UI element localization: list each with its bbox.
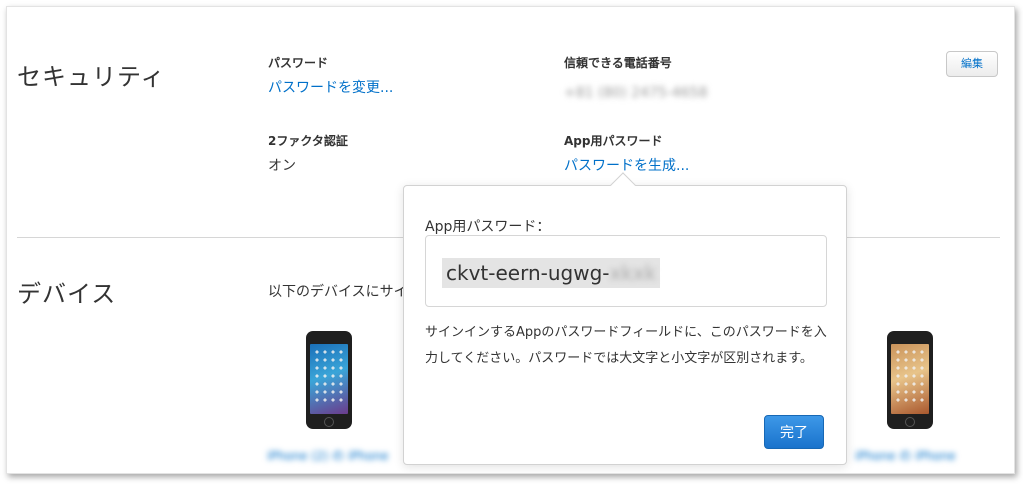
app-password-popover: App用パスワード： ckvt-eern-ugwg-xkxk サインインするAp… bbox=[403, 172, 847, 465]
password-hidden-part: xkxk bbox=[609, 261, 657, 285]
popover-description: サインインするAppのパスワードフィールドに、このパスワードを入力してください。… bbox=[425, 325, 827, 366]
trusted-phone-value: +81 (80) 2475-4658 bbox=[564, 85, 708, 101]
generate-app-password-link[interactable]: パスワードを生成... bbox=[564, 155, 689, 175]
generated-password-field[interactable]: ckvt-eern-ugwg-xkxk bbox=[425, 235, 827, 307]
popover-arrow bbox=[610, 172, 636, 198]
two-factor-label: 2ファクタ認証 bbox=[268, 134, 348, 148]
done-button[interactable]: 完了 bbox=[764, 415, 824, 449]
two-factor-value: オン bbox=[268, 158, 296, 174]
edit-security-button[interactable]: 編集 bbox=[946, 51, 998, 77]
devices-section-title: デバイス bbox=[17, 280, 117, 308]
change-password-link[interactable]: パスワードを変更... bbox=[268, 77, 393, 97]
generated-password-text[interactable]: ckvt-eern-ugwg-xkxk bbox=[442, 258, 661, 288]
iphone-icon[interactable] bbox=[306, 331, 352, 429]
popover-title: App用パスワード： bbox=[425, 219, 551, 235]
device-name-link[interactable]: iPhone (2) の iPhone bbox=[267, 447, 388, 464]
device-name-link[interactable]: iPhone の iPhone bbox=[855, 447, 956, 464]
devices-intro-text: 以下のデバイスにサイ bbox=[268, 284, 408, 300]
password-label: パスワード bbox=[268, 56, 329, 70]
app-password-label: App用パスワード bbox=[564, 134, 663, 148]
security-section-title: セキュリティ bbox=[17, 63, 166, 91]
trusted-phone-label: 信頼できる電話番号 bbox=[564, 56, 672, 70]
account-page: セキュリティ パスワード パスワードを変更... 信頼できる電話番号 +81 (… bbox=[6, 6, 1015, 474]
password-visible-part: ckvt-eern-ugwg- bbox=[446, 261, 610, 285]
iphone-icon[interactable] bbox=[887, 331, 933, 429]
